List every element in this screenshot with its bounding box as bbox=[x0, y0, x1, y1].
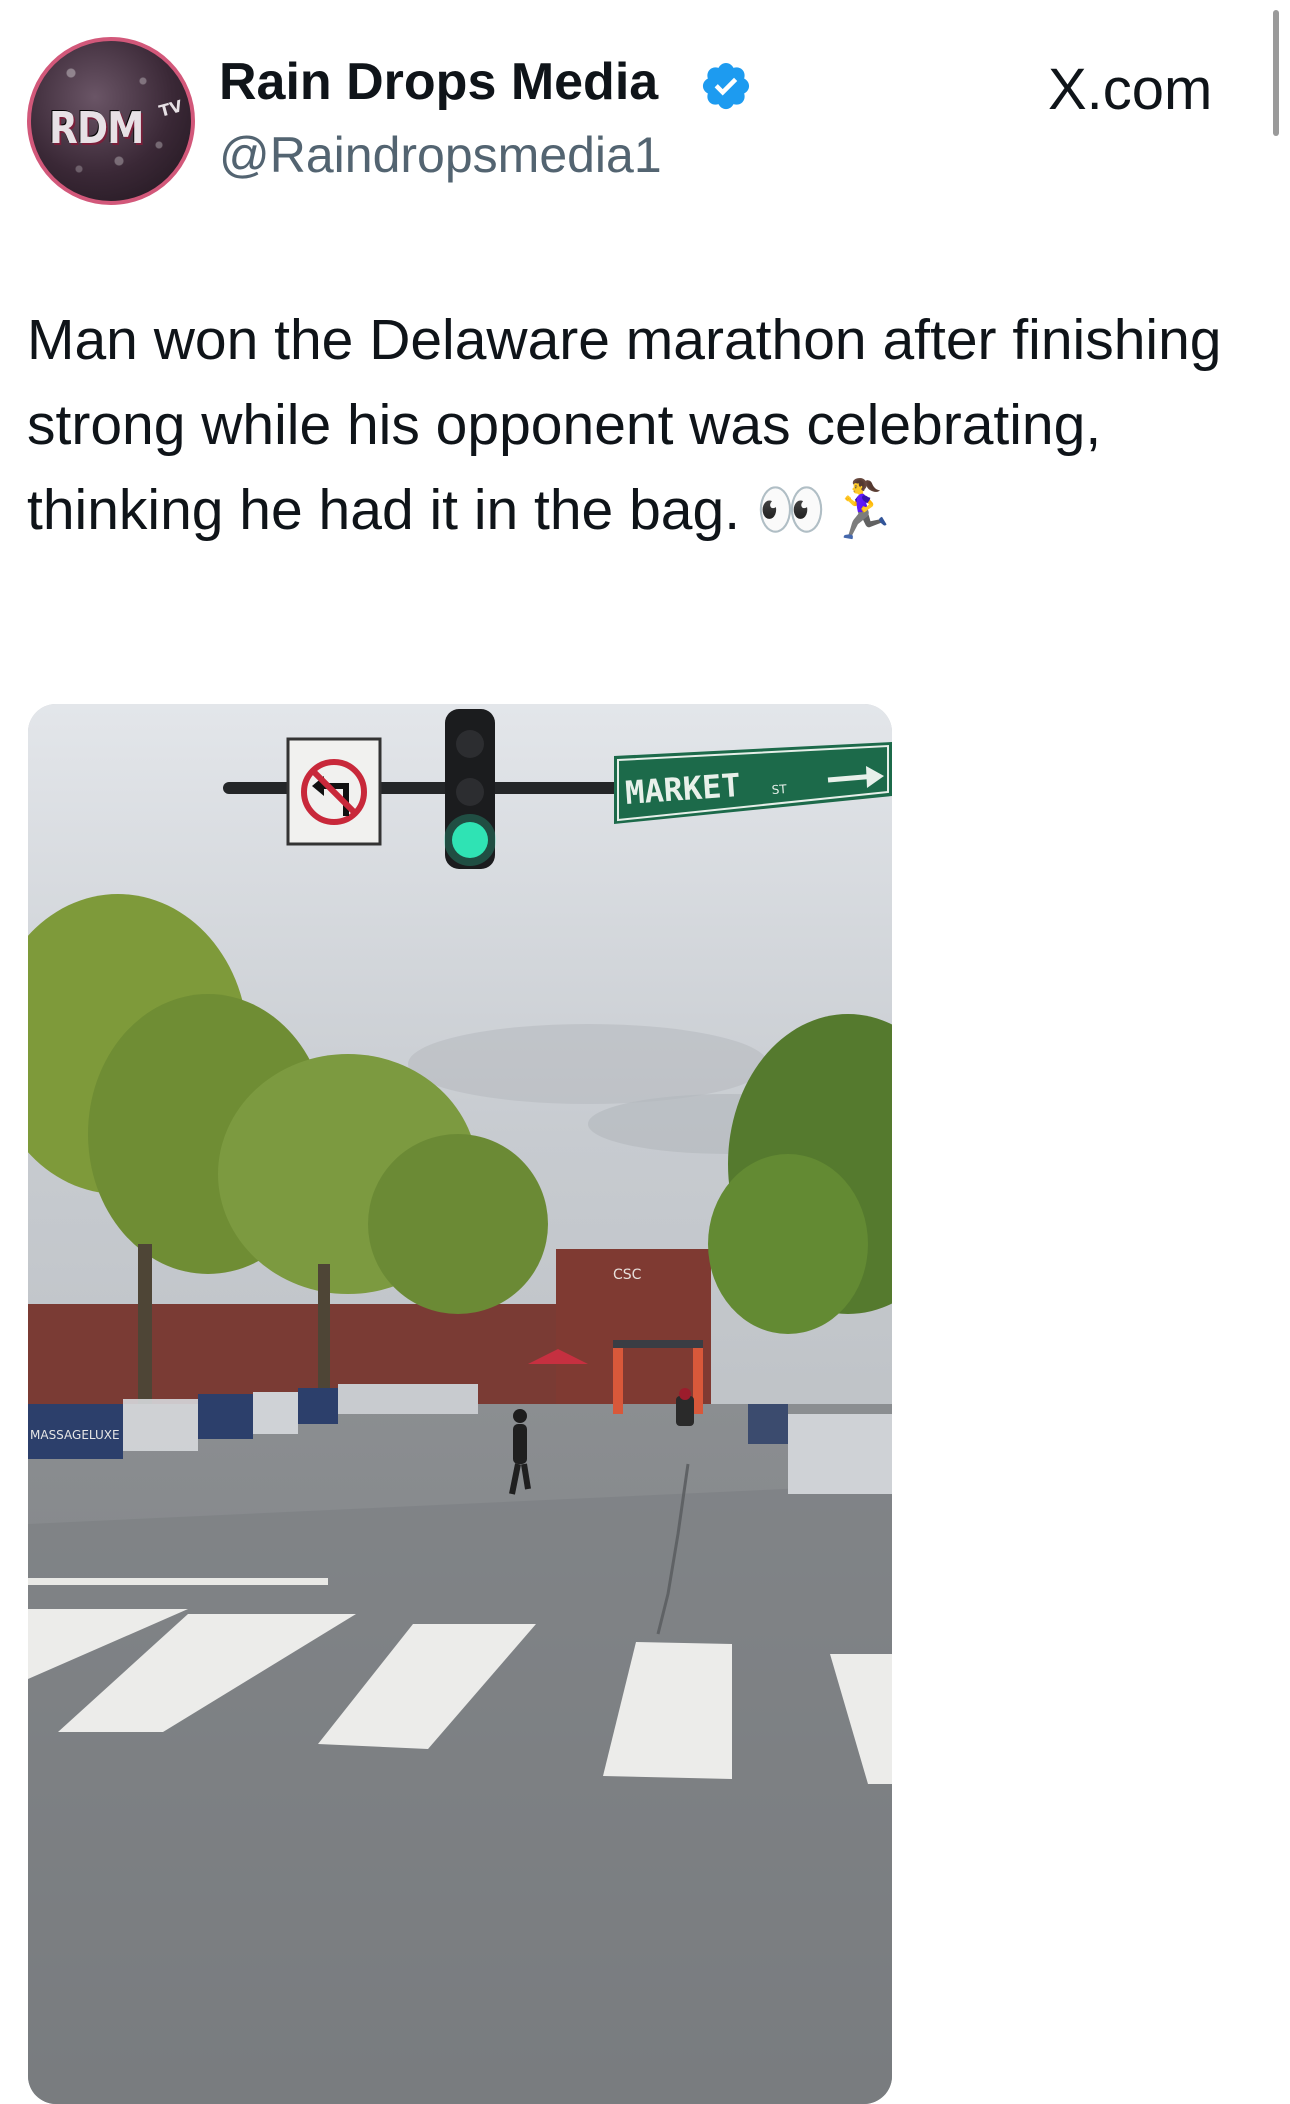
verified-badge-icon bbox=[702, 62, 750, 110]
traffic-light-icon bbox=[444, 709, 496, 869]
handle[interactable]: @Raindropsmedia1 bbox=[219, 126, 662, 184]
display-name[interactable]: Rain Drops Media bbox=[219, 52, 658, 112]
avatar[interactable]: RDM TV bbox=[27, 37, 195, 205]
finish-arch-right bbox=[693, 1344, 703, 1414]
street-sign-suffix: ST bbox=[771, 782, 788, 797]
post-media[interactable]: CSC MASSAGELUXE MARKET ST bbox=[28, 704, 892, 2104]
banner-left-text: MASSAGELUXE bbox=[30, 1428, 120, 1442]
brand-label: X.com bbox=[1048, 57, 1213, 122]
street-sign-name: MARKET bbox=[624, 766, 742, 812]
finish-arch-left bbox=[613, 1344, 623, 1414]
scrollbar[interactable] bbox=[1273, 10, 1279, 136]
no-left-turn-sign-icon bbox=[286, 737, 382, 846]
media-scene: CSC MASSAGELUXE MARKET ST bbox=[28, 704, 892, 2104]
building-sign: CSC bbox=[613, 1267, 642, 1283]
tweet-text: Man won the Delaware marathon after fini… bbox=[27, 308, 1222, 542]
avatar-logo-text: RDM bbox=[49, 103, 144, 154]
